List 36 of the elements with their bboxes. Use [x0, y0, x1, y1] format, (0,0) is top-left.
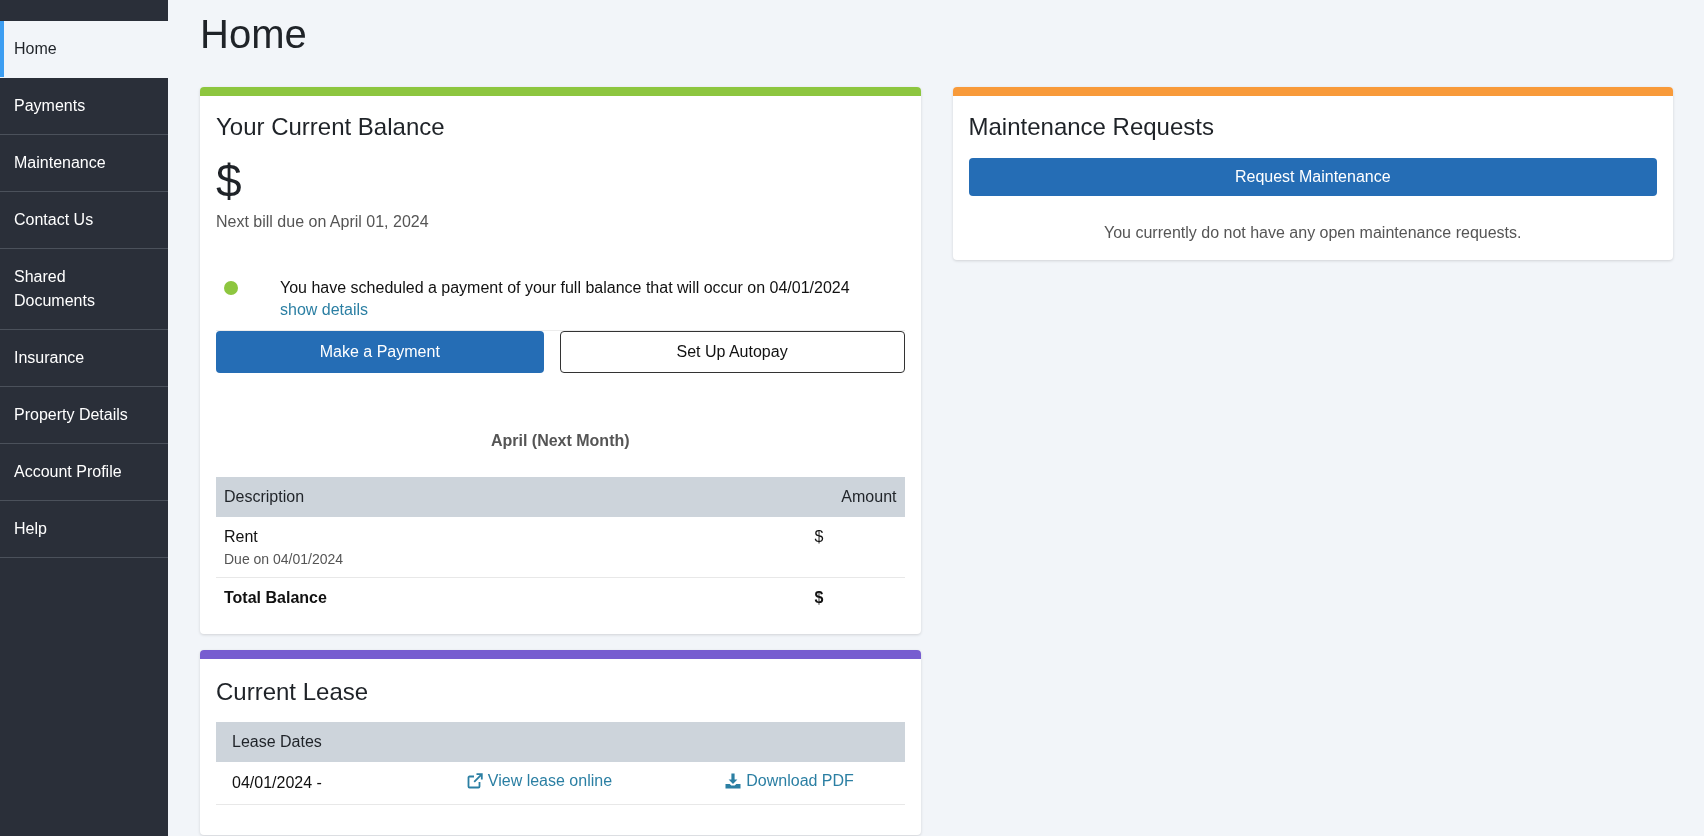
make-payment-button[interactable]: Make a Payment	[216, 331, 544, 373]
card-title: Your Current Balance	[216, 112, 446, 142]
total-amount-text: $	[813, 588, 825, 608]
card-title: Current Lease	[216, 677, 370, 707]
nav-item[interactable]: Account Profile	[0, 444, 168, 501]
set-up-autopay-button[interactable]: Set Up Autopay	[559, 331, 905, 373]
column-header: Lease Dates	[232, 733, 322, 750]
nav-item[interactable]: Maintenance	[0, 135, 168, 192]
status-dot-icon	[224, 281, 238, 295]
column-header: Description	[224, 487, 306, 507]
download-icon	[725, 773, 742, 789]
column-header: Amount	[840, 487, 897, 507]
view-lease-link[interactable]: View lease online	[466, 770, 613, 792]
total-label: Total Balance	[224, 588, 327, 608]
request-maintenance-button[interactable]: Request Maintenance	[968, 158, 1657, 196]
bill-month-caption: April (Next Month)	[489, 431, 631, 451]
page-title: Home	[200, 11, 308, 58]
nav-item[interactable]: Property Details	[0, 387, 168, 444]
card-title: Maintenance Requests	[968, 112, 1215, 142]
lease-dates-text: 04/01/2024 -	[232, 774, 322, 791]
description-text: Rent	[224, 527, 258, 547]
balance-amount: $	[216, 155, 243, 207]
next-bill-text: Next bill due on April 01, 2024	[216, 212, 430, 232]
scheduled-payment-text: You have scheduled a payment of your full balance that will occur on 04/01/2024	[280, 278, 850, 298]
show-details-link[interactable]: show details	[280, 299, 369, 321]
amount-text: $	[813, 527, 825, 547]
empty-state-text: You currently do not have any open maintenance requests.	[1103, 223, 1523, 243]
nav-item[interactable]: Shared Documents	[0, 249, 168, 330]
nav-item[interactable]: Insurance	[0, 330, 168, 387]
nav-item[interactable]: Contact Us	[0, 192, 168, 249]
nav-item[interactable]: Home	[0, 21, 168, 78]
nav-item[interactable]: Help	[0, 501, 168, 558]
nav-item[interactable]: Payments	[0, 78, 168, 135]
download-pdf-link[interactable]: Download PDF	[725, 770, 854, 792]
external-link-icon	[466, 773, 483, 789]
due-date-text: Due on 04/01/2024	[224, 550, 344, 569]
